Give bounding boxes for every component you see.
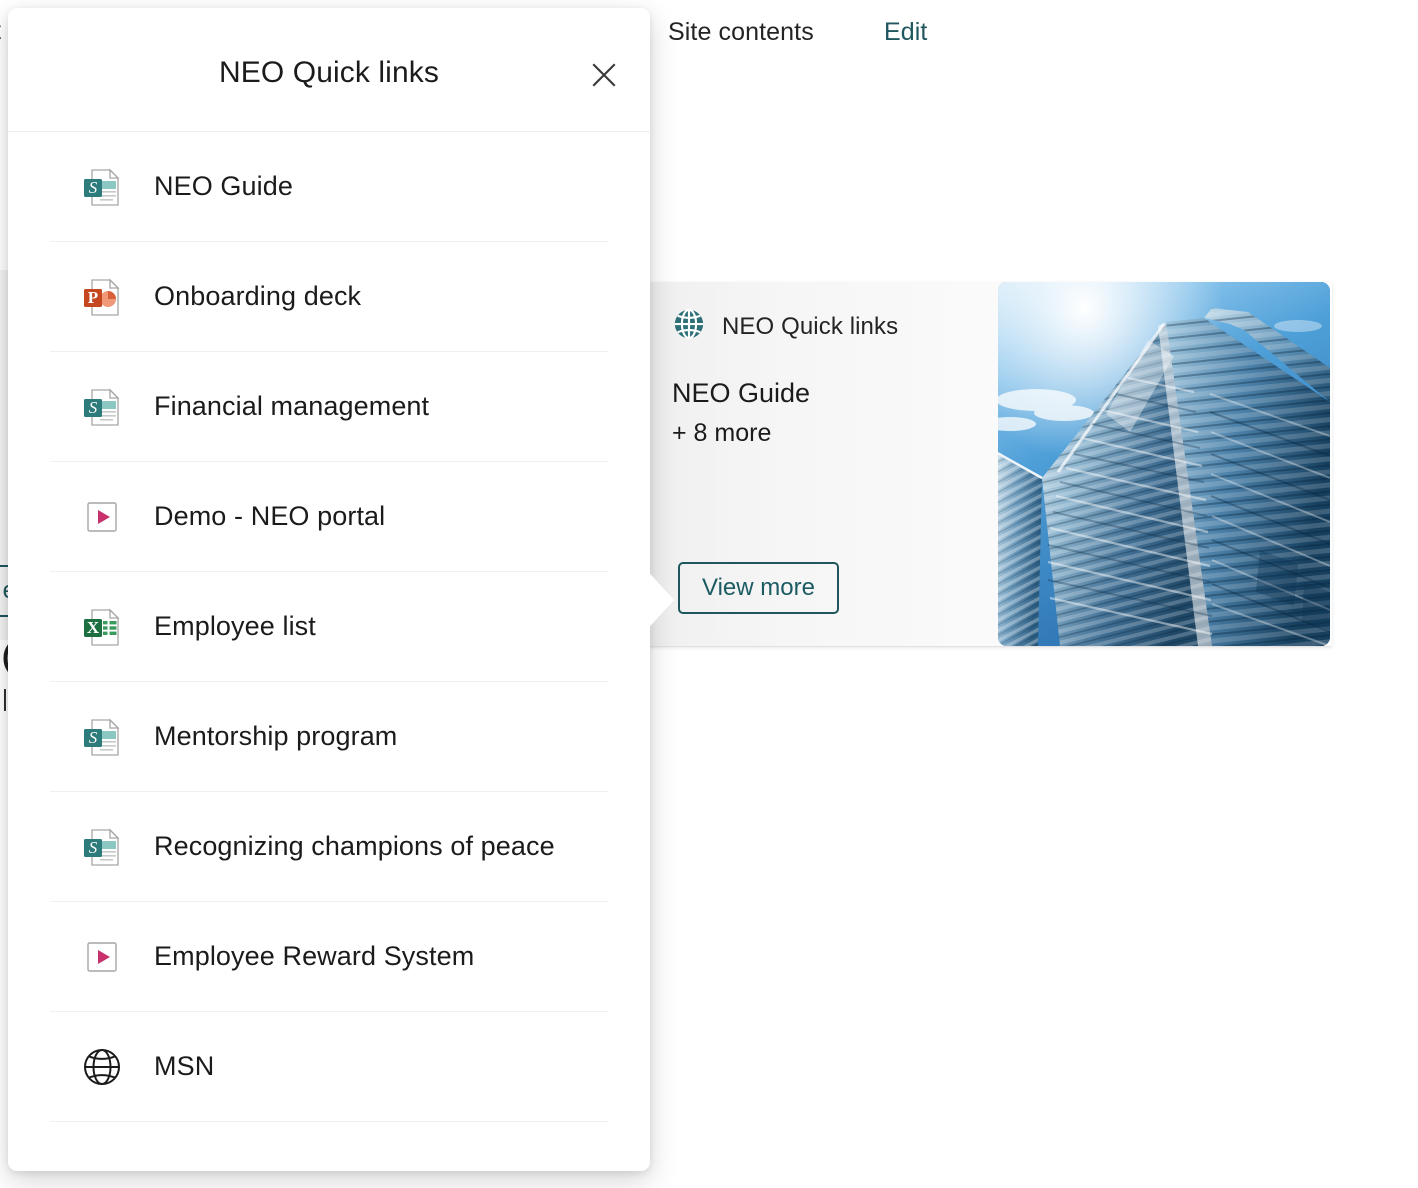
list-item[interactable]: S Mentorship program [50, 682, 608, 792]
list-item-label: MSN [154, 1051, 215, 1081]
list-item[interactable]: X Employee list [50, 572, 608, 682]
list-item[interactable]: Demo - NEO portal [50, 462, 608, 572]
view-more-button[interactable]: View more [678, 562, 839, 614]
sharepoint-page-icon: S [76, 381, 128, 433]
close-button[interactable] [580, 52, 628, 100]
quick-links-flyout-panel: NEO Quick links S NEO Guide P Onboarding… [8, 8, 650, 1171]
topbar-truncated-text: t [0, 17, 1, 46]
list-item[interactable]: Employee Reward System [50, 902, 608, 1012]
card-thumbnail-image [998, 282, 1330, 646]
list-item[interactable]: S Financial management [50, 352, 608, 462]
edit-link[interactable]: Edit [884, 18, 927, 47]
svg-text:S: S [89, 398, 98, 417]
site-contents-link[interactable]: Site contents [668, 18, 814, 47]
globe-icon [76, 1041, 128, 1093]
video-play-icon [76, 491, 128, 543]
sharepoint-page-icon: S [76, 821, 128, 873]
svg-text:X: X [87, 618, 100, 637]
screen: t Site contents Edit ( | e [0, 0, 1418, 1188]
list-item[interactable]: MSN [50, 1012, 608, 1122]
sharepoint-page-icon: S [76, 161, 128, 213]
sharepoint-page-icon: S [76, 711, 128, 763]
list-item[interactable]: P Onboarding deck [50, 242, 608, 352]
flyout-callout-arrow [634, 556, 676, 644]
list-item-label: NEO Guide [154, 171, 293, 201]
list-item-label: Employee Reward System [154, 941, 475, 971]
globe-icon [672, 307, 706, 346]
quick-links-card-source-label: NEO Quick links [722, 312, 899, 340]
list-item[interactable]: S Recognizing champions of peace [50, 792, 608, 902]
quick-links-card-first-link[interactable]: NEO Guide [672, 378, 810, 409]
close-icon [589, 60, 619, 93]
quick-links-list: S NEO Guide P Onboarding deck S Financia… [8, 132, 650, 1122]
video-play-icon [76, 931, 128, 983]
powerpoint-file-icon: P [76, 271, 128, 323]
list-item-label: Mentorship program [154, 721, 398, 751]
flyout-header: NEO Quick links [8, 8, 650, 132]
quick-links-card[interactable]: NEO Quick links NEO Guide + 8 more View … [636, 282, 1332, 646]
quick-links-card-header: NEO Quick links [672, 307, 898, 346]
svg-text:S: S [89, 178, 98, 197]
list-item-label: Demo - NEO portal [154, 501, 386, 531]
svg-text:S: S [89, 838, 98, 857]
list-item-label: Recognizing champions of peace [154, 831, 555, 861]
flyout-title: NEO Quick links [219, 56, 439, 89]
list-item-label: Onboarding deck [154, 281, 362, 311]
svg-text:S: S [89, 728, 98, 747]
excel-file-icon: X [76, 601, 128, 653]
list-item[interactable]: S NEO Guide [50, 132, 608, 242]
list-item-label: Financial management [154, 391, 430, 421]
svg-text:P: P [88, 288, 98, 307]
quick-links-card-more-count: + 8 more [672, 419, 772, 447]
list-item-label: Employee list [154, 611, 316, 641]
